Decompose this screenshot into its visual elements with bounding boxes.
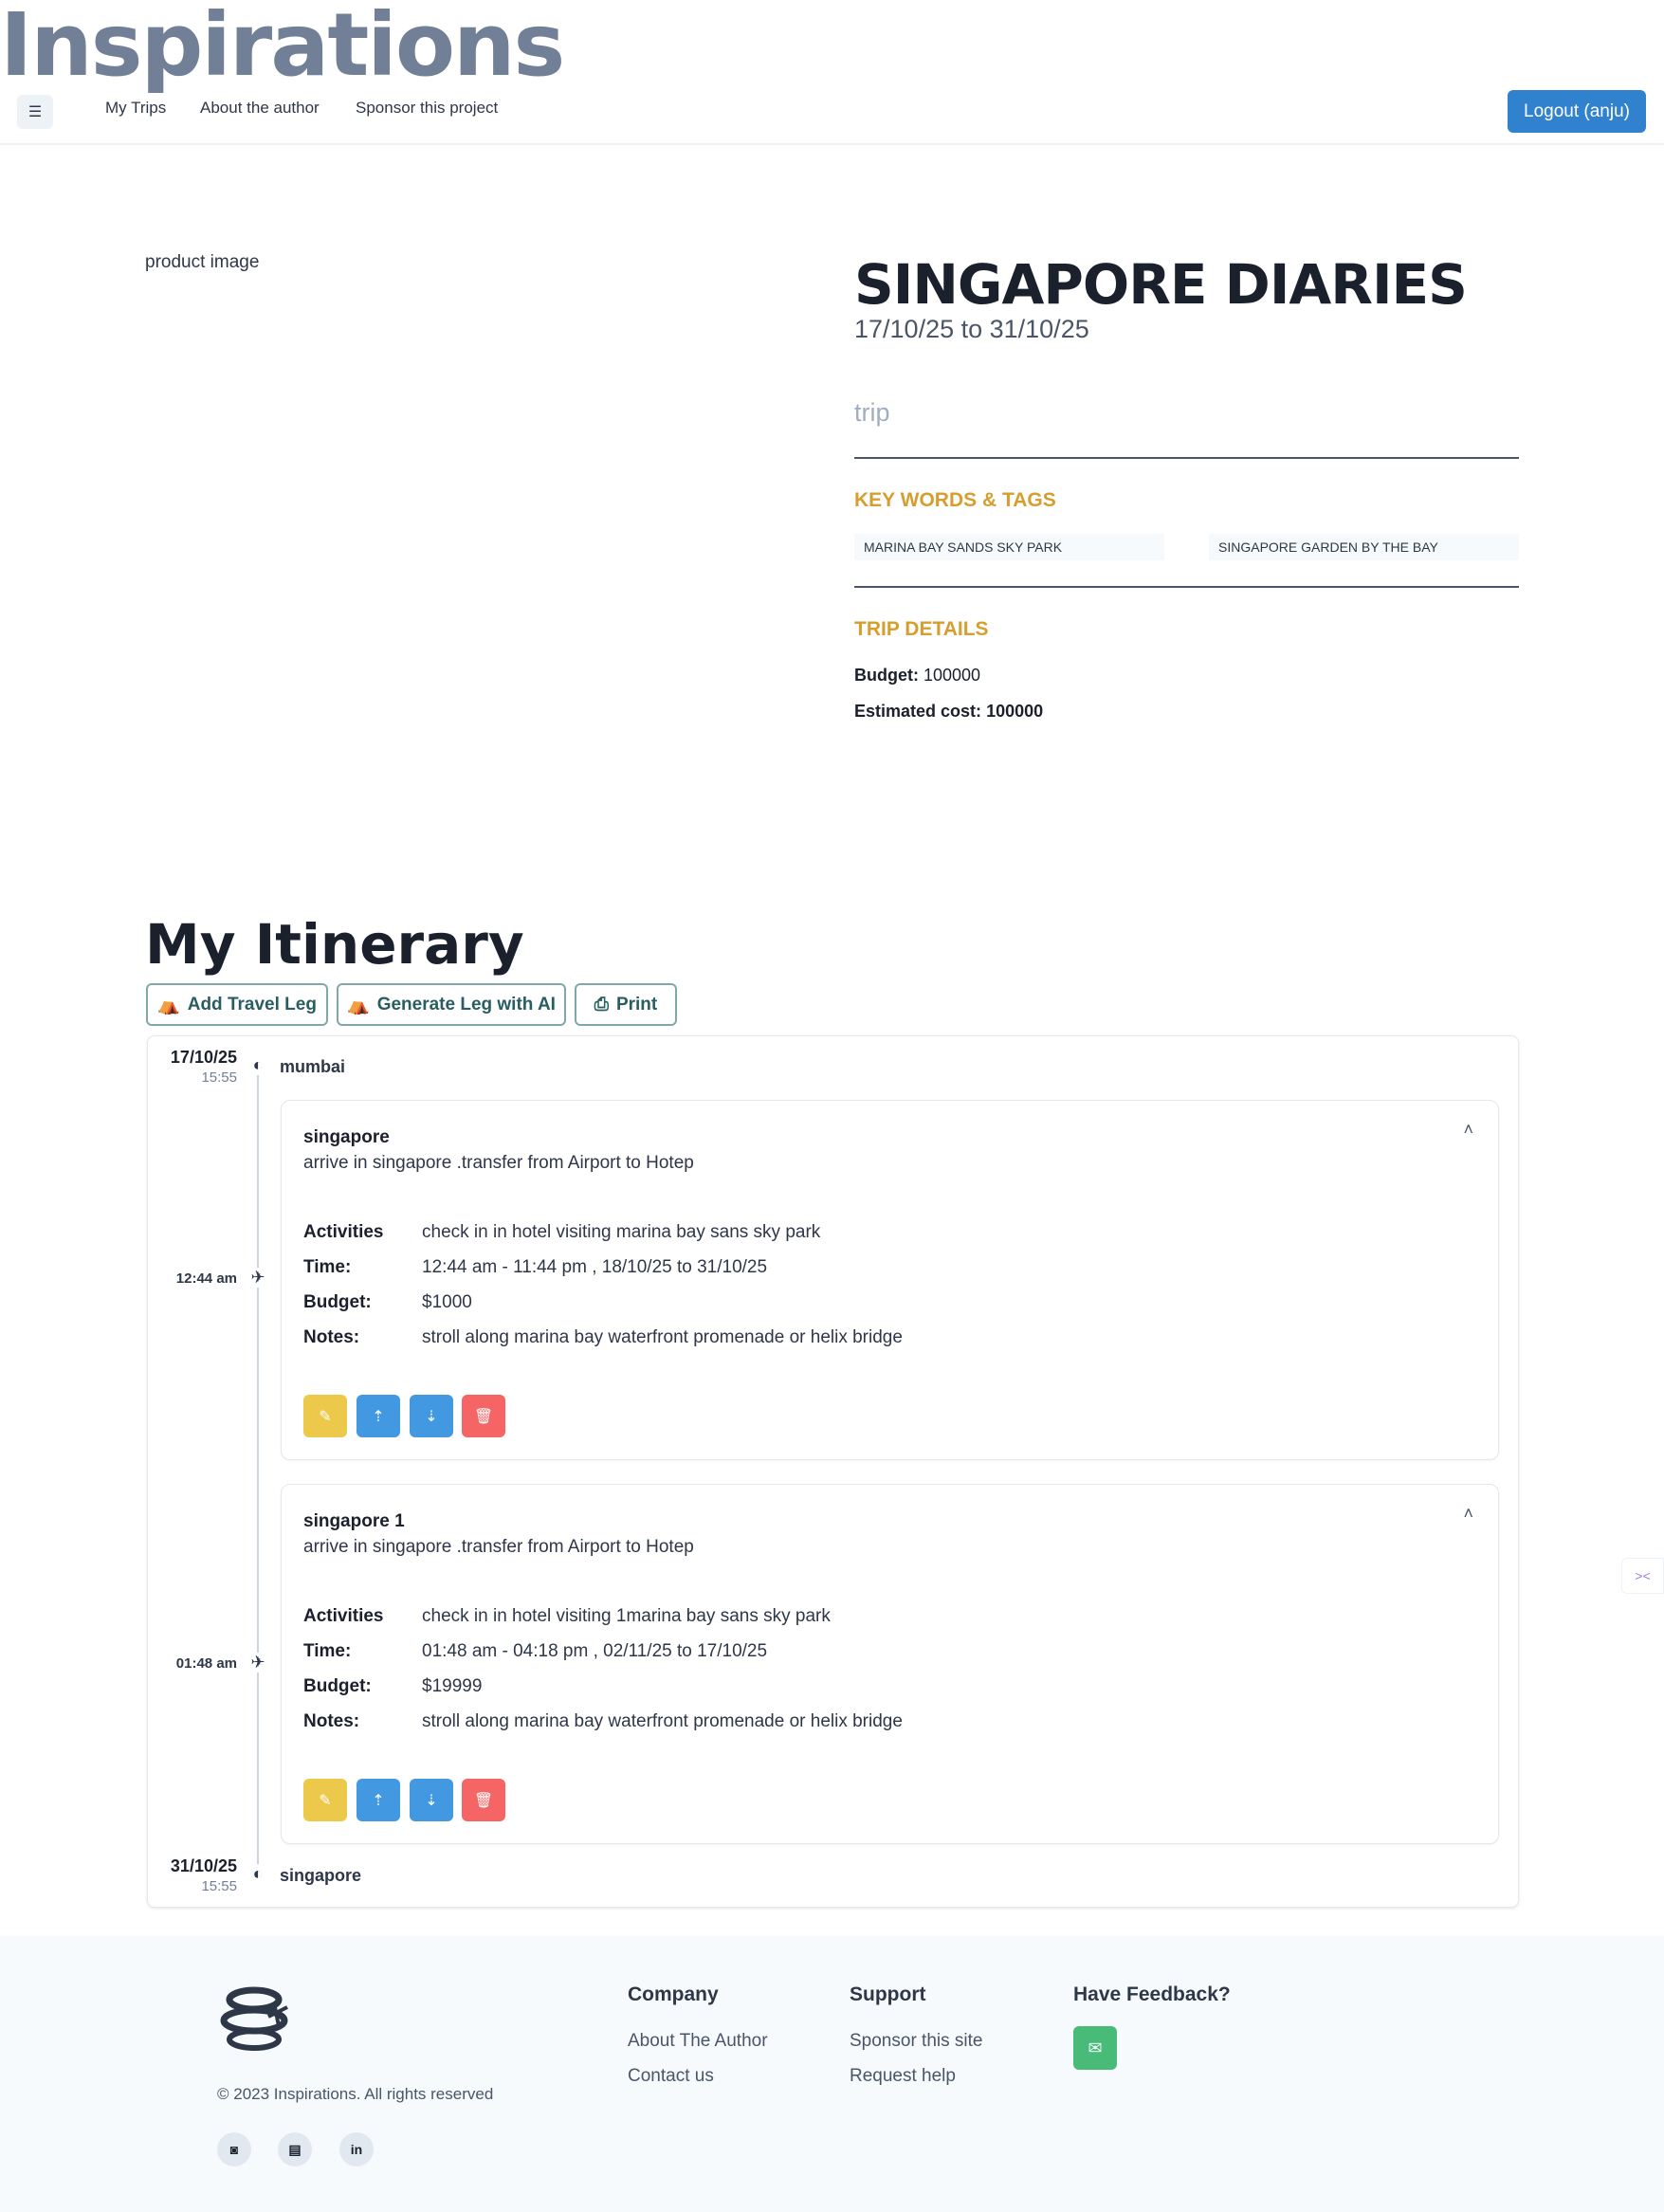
- footer-link-help[interactable]: Request help: [850, 2066, 956, 2087]
- notes-label: Notes:: [303, 1327, 360, 1347]
- itinerary-heading: My Itinerary: [145, 912, 524, 977]
- github-icon[interactable]: ◙: [217, 2132, 251, 2166]
- edit-button[interactable]: ✎: [303, 1779, 347, 1821]
- start-time: 15:55: [201, 1069, 237, 1086]
- side-widget-button[interactable]: ><: [1621, 1558, 1664, 1594]
- edit-button[interactable]: ✎: [303, 1395, 347, 1437]
- arrow-up-icon: ⇡: [372, 1792, 385, 1809]
- leg-title: singapore: [303, 1127, 390, 1147]
- printer-icon: ⎙: [594, 994, 609, 1015]
- nav-about-author[interactable]: About the author: [200, 99, 320, 118]
- trash-icon: 🗑: [473, 1792, 494, 1809]
- time-label: Time:: [303, 1257, 352, 1277]
- globe-icon: ◐: [248, 1055, 267, 1075]
- divider: [854, 586, 1519, 588]
- arrow-down-icon: ⇣: [425, 1792, 438, 1809]
- move-down-button[interactable]: ⇣: [410, 1779, 453, 1821]
- tag: SINGAPORE GARDEN BY THE BAY: [1209, 534, 1519, 560]
- budget-value: $19999: [422, 1676, 483, 1696]
- suitcase-icon: ⛺: [347, 995, 370, 1015]
- time-label: Time:: [303, 1641, 352, 1661]
- nav-sponsor[interactable]: Sponsor this project: [356, 99, 498, 118]
- feedback-heading: Have Feedback?: [1073, 1983, 1231, 2005]
- start-date: 17/10/25: [170, 1048, 237, 1067]
- timeline-line: [257, 1068, 259, 1875]
- trip-type: trip: [854, 398, 890, 427]
- plane-icon: ✈: [248, 1268, 267, 1288]
- end-date: 31/10/25: [170, 1856, 237, 1875]
- copyright: © 2023 Inspirations. All rights reserved: [217, 2085, 494, 2103]
- budget-value: $1000: [422, 1292, 472, 1312]
- end-place: singapore: [280, 1866, 362, 1885]
- leg-subtitle: arrive in singapore .transfer from Airpo…: [303, 1537, 694, 1557]
- generate-leg-ai-button[interactable]: ⛺ Generate Leg with AI: [337, 983, 566, 1026]
- header-divider: [0, 143, 1664, 145]
- budget: Budget: 100000: [854, 666, 981, 685]
- notes-value: stroll along marina bay waterfront prome…: [422, 1327, 903, 1347]
- trip-details-heading: TRIP DETAILS: [854, 618, 989, 640]
- move-up-button[interactable]: ⇡: [357, 1395, 400, 1437]
- linkedin-icon[interactable]: in: [339, 2132, 374, 2166]
- time-value: 12:44 am - 11:44 pm , 18/10/25 to 31/10/…: [422, 1257, 768, 1277]
- time-value: 01:48 am - 04:18 pm , 02/11/25 to 17/10/…: [422, 1641, 768, 1661]
- move-down-button[interactable]: ⇣: [410, 1395, 453, 1437]
- trip-dates: 17/10/25 to 31/10/25: [854, 315, 1089, 343]
- globe-icon: ◐: [248, 1864, 267, 1884]
- pencil-icon: ✎: [319, 1408, 332, 1425]
- brand-title: Inspirations: [0, 0, 565, 96]
- divider: [854, 457, 1519, 459]
- notes-value: stroll along marina bay waterfront prome…: [422, 1711, 903, 1731]
- leg-marker-time: 12:44 am: [175, 1271, 237, 1287]
- footer-link-contact[interactable]: Contact us: [628, 2066, 714, 2087]
- logo-icon-button[interactable]: ☰: [17, 95, 53, 129]
- activities-value: check in in hotel visiting 1marina bay s…: [422, 1606, 831, 1626]
- chevron-up-icon[interactable]: ˄: [1463, 1504, 1473, 1524]
- footer-link-about[interactable]: About The Author: [628, 2031, 768, 2052]
- add-travel-leg-button[interactable]: ⛺ Add Travel Leg: [146, 983, 328, 1026]
- leg-title: singapore 1: [303, 1511, 405, 1531]
- company-heading: Company: [628, 1983, 719, 2005]
- leg-marker-time: 01:48 am: [175, 1655, 237, 1672]
- mail-icon: ✉: [1088, 2038, 1103, 2057]
- feedback-button[interactable]: ✉: [1073, 2026, 1117, 2070]
- trip-title: SINGAPORE DIARIES: [854, 252, 1468, 317]
- leg-card: singapore arrive in singapore .transfer …: [281, 1100, 1499, 1460]
- delete-button[interactable]: 🗑: [462, 1395, 505, 1437]
- activities-value: check in in hotel visiting marina bay sa…: [422, 1222, 821, 1242]
- suitcase-icon: ⛺: [157, 995, 180, 1015]
- leg-subtitle: arrive in singapore .transfer from Airpo…: [303, 1153, 694, 1173]
- budget-label: Budget:: [303, 1292, 372, 1312]
- product-image: product image: [145, 252, 260, 272]
- print-button[interactable]: ⎙ Print: [575, 983, 677, 1026]
- footer-logo: [220, 1986, 288, 2051]
- delete-button[interactable]: 🗑: [462, 1779, 505, 1821]
- budget-label: Budget:: [303, 1676, 372, 1696]
- leg-card: singapore 1 arrive in singapore .transfe…: [281, 1484, 1499, 1844]
- support-heading: Support: [850, 1983, 926, 2005]
- trash-icon: 🗑: [473, 1408, 494, 1425]
- footer-link-sponsor[interactable]: Sponsor this site: [850, 2031, 982, 2052]
- start-place: mumbai: [280, 1057, 346, 1076]
- arrow-up-icon: ⇡: [372, 1408, 385, 1425]
- chevron-up-icon[interactable]: ˄: [1463, 1120, 1473, 1140]
- blog-icon[interactable]: ▤: [278, 2132, 312, 2166]
- end-time: 15:55: [201, 1878, 237, 1894]
- footer: [0, 1936, 1664, 2212]
- notes-label: Notes:: [303, 1711, 360, 1731]
- estimated-cost: Estimated cost: 100000: [854, 702, 1044, 721]
- logout-button[interactable]: Logout (anju): [1508, 90, 1646, 133]
- move-up-button[interactable]: ⇡: [357, 1779, 400, 1821]
- plane-icon: ✈: [248, 1653, 267, 1673]
- pencil-icon: ✎: [319, 1792, 332, 1809]
- keywords-heading: KEY WORDS & TAGS: [854, 489, 1056, 511]
- arrow-down-icon: ⇣: [425, 1408, 438, 1425]
- tag: MARINA BAY SANDS SKY PARK: [854, 534, 1164, 560]
- activities-label: Activities: [303, 1222, 384, 1242]
- activities-label: Activities: [303, 1606, 384, 1626]
- nav-my-trips[interactable]: My Trips: [105, 99, 166, 118]
